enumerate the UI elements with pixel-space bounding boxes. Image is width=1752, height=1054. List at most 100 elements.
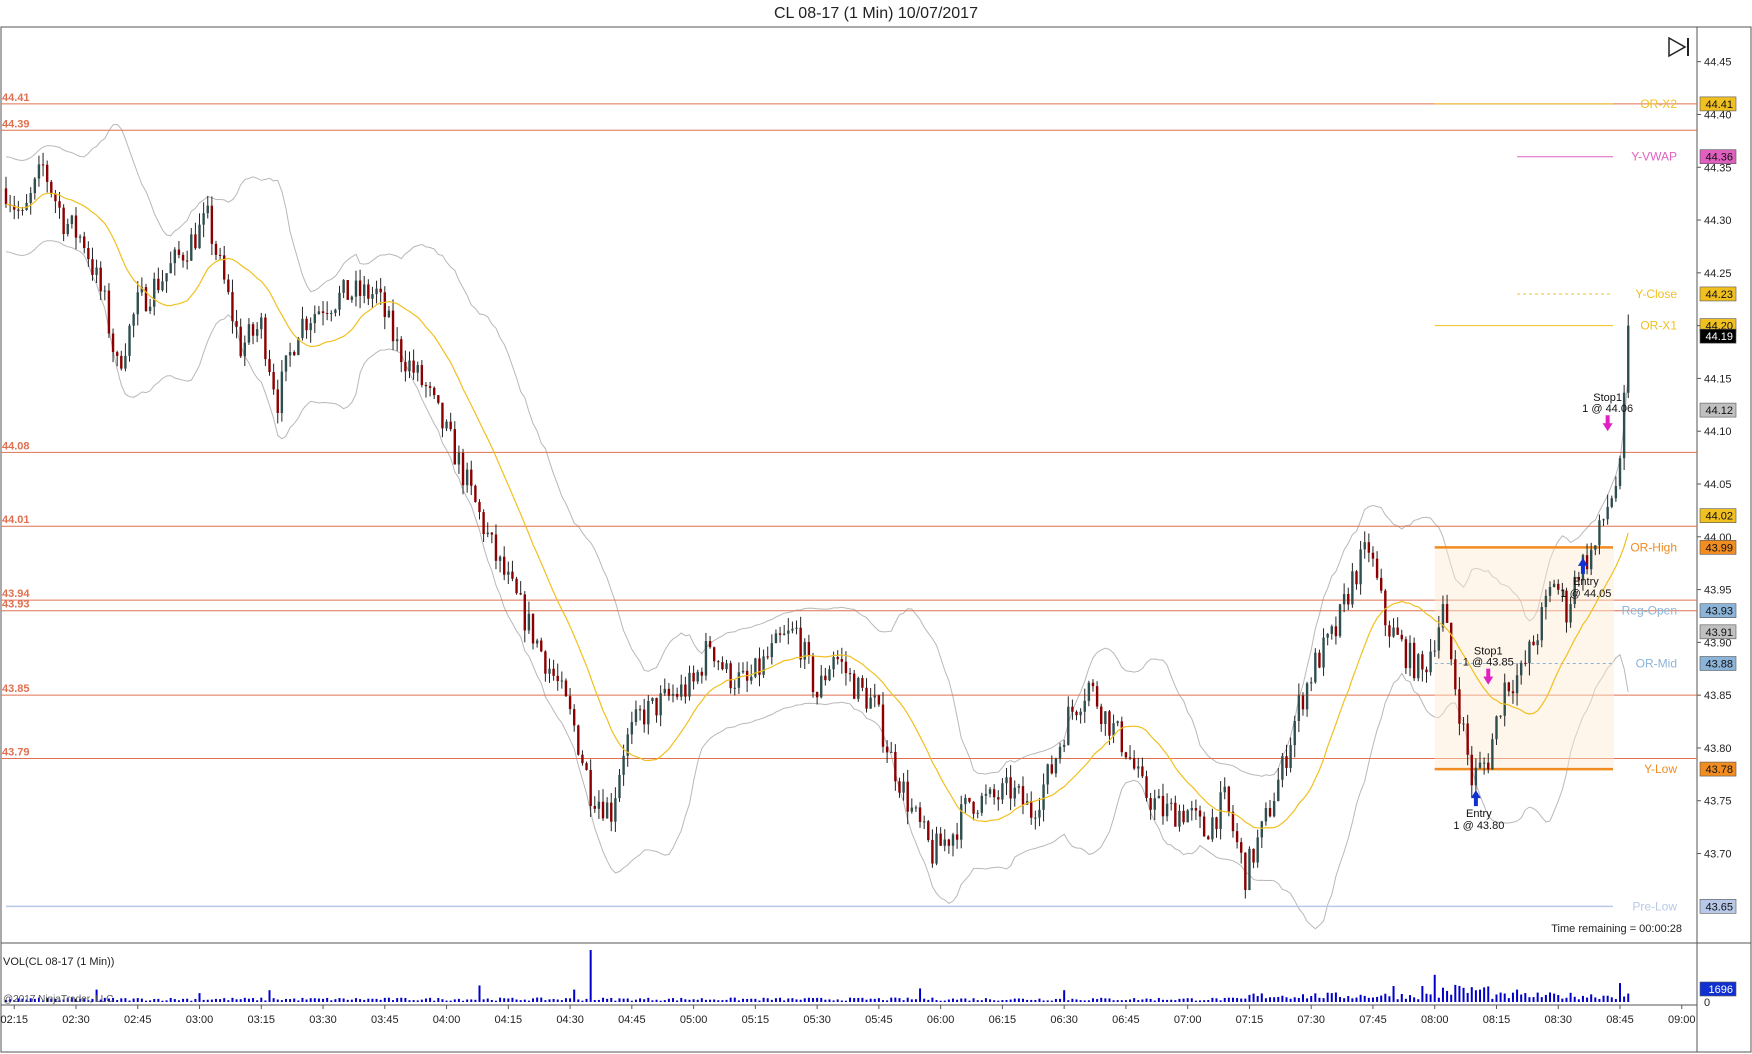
- volume-bar: [1565, 997, 1568, 1002]
- candle-body: [1433, 650, 1436, 652]
- volume-bar: [1054, 998, 1057, 1002]
- candle-body: [671, 693, 675, 696]
- copyright-text: @2017 NinjaTrader, LLC: [3, 994, 113, 1005]
- volume-bar: [709, 999, 712, 1002]
- candle-body: [1248, 848, 1251, 891]
- candle-body: [251, 324, 255, 336]
- x-tick-label: 04:15: [495, 1014, 523, 1026]
- volume-bar: [1034, 999, 1037, 1002]
- skip-to-end-icon[interactable]: [1666, 36, 1692, 58]
- trade-label: Entry: [1466, 808, 1492, 820]
- volume-bar: [223, 998, 226, 1002]
- candle-body: [560, 680, 564, 682]
- candle-body: [1552, 583, 1556, 588]
- candle-body: [1132, 758, 1136, 769]
- candle-body: [1330, 626, 1333, 634]
- candle-body: [391, 310, 395, 342]
- candle-body: [433, 387, 436, 396]
- volume-bar: [169, 997, 172, 1002]
- candle-body: [951, 834, 955, 846]
- volume-bar: [972, 998, 975, 1002]
- volume-bar: [1409, 995, 1412, 1002]
- volume-bar: [264, 1000, 267, 1002]
- volume-bar: [626, 998, 629, 1002]
- volume-bar: [597, 999, 600, 1002]
- volume-bar: [511, 997, 514, 1002]
- volume-bar: [1388, 996, 1391, 1002]
- volume-bar: [1516, 989, 1519, 1002]
- x-tick-label: 07:15: [1236, 1014, 1264, 1026]
- candle-body: [535, 640, 539, 644]
- candle-body: [1532, 641, 1535, 646]
- volume-bar: [754, 998, 757, 1002]
- volume-bar: [383, 997, 386, 1002]
- candle-body: [103, 290, 107, 292]
- price-tag-value: 44.12: [1705, 405, 1733, 417]
- candle-body: [984, 793, 988, 796]
- candle-body: [490, 532, 494, 535]
- volume-bar: [1322, 998, 1325, 1002]
- candle-body: [601, 801, 605, 819]
- candle-body: [828, 669, 831, 681]
- candle-body: [1293, 721, 1296, 746]
- volume-bar: [1075, 999, 1078, 1002]
- candle-body: [869, 697, 872, 709]
- candle-body: [66, 223, 69, 235]
- volume-bar: [153, 998, 156, 1002]
- volume-bar: [202, 999, 205, 1002]
- candle-body: [815, 692, 819, 698]
- volume-bar: [704, 999, 707, 1002]
- candle-body: [1429, 651, 1432, 673]
- candle-body: [1170, 802, 1173, 804]
- candle-body: [1058, 746, 1062, 759]
- volume-bar: [1384, 993, 1387, 1002]
- volume-bar: [894, 997, 897, 1002]
- volume-bar: [832, 1000, 835, 1002]
- volume-bar: [140, 998, 143, 1002]
- volume-bar: [783, 1000, 786, 1002]
- candle-body: [1487, 762, 1490, 770]
- y-tick-label: 44.45: [1704, 57, 1732, 69]
- candle-body: [568, 696, 572, 710]
- candle-body: [750, 676, 753, 681]
- stop-arrow-icon: [1602, 415, 1613, 432]
- candle-body: [358, 280, 362, 296]
- candle-body: [832, 657, 835, 670]
- candle-body: [1466, 723, 1469, 755]
- candle-body: [564, 680, 568, 697]
- candle-body: [124, 355, 127, 369]
- candle-body: [465, 469, 469, 486]
- chart-canvas[interactable]: 44.4144.3944.0844.0143.9443.9343.8543.79…: [0, 0, 1752, 1054]
- x-tick-label: 05:15: [742, 1014, 770, 1026]
- volume-bar: [190, 1000, 193, 1002]
- volume-bar: [1116, 1000, 1119, 1002]
- candle-body: [1211, 817, 1214, 840]
- candle-body: [1091, 682, 1095, 687]
- volume-bar: [1190, 998, 1193, 1002]
- right-level-lines: OR-X2 Y-VWAP Y-Close OR-X1 OR-High Reg-Open OR…: [6, 97, 1677, 913]
- volume-bar: [795, 999, 798, 1002]
- candle-body: [1454, 659, 1457, 690]
- candle-body: [1515, 675, 1519, 694]
- candle-body: [733, 687, 736, 689]
- y-tick-label: 44.30: [1704, 215, 1732, 227]
- candle-body: [1178, 810, 1181, 827]
- volume-bar: [1223, 997, 1226, 1002]
- price-tag-value: 43.91: [1705, 627, 1733, 639]
- y-tick-label: 44.10: [1704, 426, 1732, 438]
- candle-body: [416, 365, 419, 373]
- volume-bar: [1454, 984, 1457, 1002]
- right-level-name: Reg-Open: [1622, 604, 1677, 618]
- candle-body: [1627, 325, 1630, 393]
- candle-body: [1001, 783, 1004, 800]
- volume-bar: [544, 1000, 547, 1002]
- volume-bar: [725, 999, 728, 1002]
- volume-bar: [474, 999, 477, 1002]
- volume-bar: [667, 998, 670, 1002]
- candle-body: [1157, 795, 1161, 799]
- candle-body: [1511, 691, 1515, 694]
- volume-bar: [956, 999, 959, 1002]
- y-tick-label: 43.70: [1704, 849, 1732, 861]
- volume-bar: [634, 999, 637, 1002]
- candle-body: [581, 754, 584, 764]
